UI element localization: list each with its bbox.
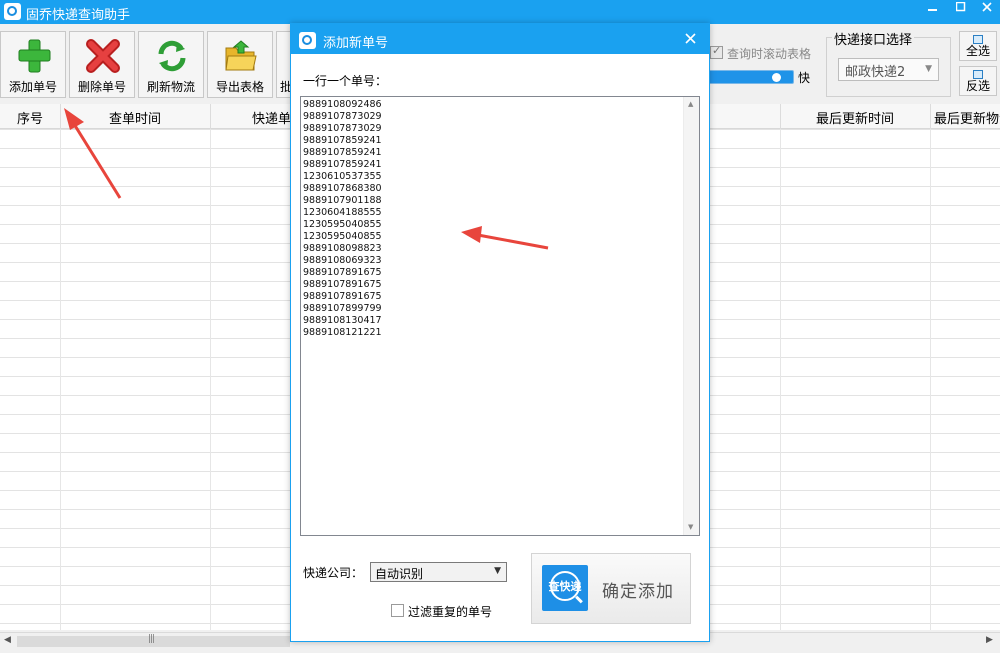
- tracking-numbers-list: 9889108092486 9889107873029 988910787302…: [303, 99, 382, 339]
- column-header-query-time[interactable]: 查单时间: [60, 108, 210, 127]
- scrollbar-grip-icon: |||: [148, 634, 155, 644]
- scroll-table-checkbox[interactable]: [710, 44, 723, 59]
- scroll-up-icon[interactable]: ▲: [688, 100, 693, 108]
- textarea-scrollbar[interactable]: ▲ ▼: [683, 97, 699, 535]
- tracking-number-line: 9889108121221: [303, 327, 382, 338]
- tracking-number-line: 1230595040855: [303, 219, 382, 230]
- add-number-dialog: 添加新单号 一行一个单号： 9889108092486 988910787302…: [290, 23, 710, 642]
- tracking-number-line: 9889107873029: [303, 123, 382, 134]
- interface-select-value: 邮政快递2: [845, 65, 906, 80]
- delete-x-icon: [86, 39, 120, 73]
- app-title: 固乔快递查询助手: [26, 8, 131, 23]
- dialog-title-bar: 添加新单号: [291, 24, 709, 54]
- grid-column-line: [780, 129, 781, 630]
- invert-select-label: 反选: [965, 79, 990, 93]
- interface-group-title: 快递接口选择: [832, 29, 915, 48]
- minimize-icon: [928, 9, 937, 11]
- export-table-label: 导出表格: [215, 80, 264, 94]
- tracking-number-line: 9889107901188: [303, 195, 382, 206]
- close-button[interactable]: [970, 0, 1000, 20]
- magnifier-handle: [575, 595, 583, 604]
- select-all-label: 全选: [965, 44, 990, 58]
- refresh-logistics-button[interactable]: 刷新物流: [138, 31, 204, 98]
- grid-column-line: [60, 129, 61, 630]
- tracking-number-line: 9889107873029: [303, 111, 382, 122]
- tracking-number-line: 9889108130417: [303, 315, 382, 326]
- confirm-add-label: 确定添加: [602, 582, 674, 602]
- column-divider: [930, 104, 931, 129]
- tracking-number-line: 9889107899799: [303, 303, 382, 314]
- column-divider: [210, 104, 211, 129]
- tracking-number-line: 1230610537355: [303, 171, 382, 182]
- filter-duplicates-checkbox[interactable]: [391, 604, 404, 617]
- select-all-icon: [973, 35, 983, 44]
- column-header-last-update-time[interactable]: 最后更新时间: [780, 108, 930, 127]
- company-select[interactable]: 自动识别 ▼: [370, 562, 507, 582]
- close-icon: [982, 2, 992, 12]
- app-logo-icon: [4, 3, 21, 20]
- grid-column-line: [210, 129, 211, 630]
- interface-select[interactable]: 邮政快递2 ▼: [838, 58, 939, 81]
- scroll-right-icon[interactable]: ▶: [986, 635, 993, 645]
- add-number-label: 添加单号: [8, 80, 57, 94]
- tracking-number-line: 9889107859241: [303, 135, 382, 146]
- plus-icon: [18, 39, 51, 73]
- grid-column-line: [930, 129, 931, 630]
- main-title-bar: 固乔快递查询助手: [0, 0, 1000, 24]
- refresh-icon: [158, 40, 186, 72]
- delete-number-label: 删除单号: [77, 80, 126, 94]
- company-select-value: 自动识别: [375, 567, 424, 581]
- filter-duplicates-label: 过滤重复的单号: [408, 605, 493, 619]
- dropdown-arrow-icon: ▼: [925, 64, 932, 74]
- tracking-number-line: 9889107891675: [303, 279, 382, 290]
- tracking-number-line: 9889108069323: [303, 255, 382, 266]
- dialog-logo-icon: [299, 32, 316, 49]
- delete-number-button[interactable]: 删除单号: [69, 31, 135, 98]
- search-express-logo-icon: 查快递: [542, 565, 588, 611]
- tracking-number-line: 9889107891675: [303, 267, 382, 278]
- tracking-numbers-textarea[interactable]: 9889108092486 9889107873029 988910787302…: [300, 96, 700, 536]
- invert-select-icon: [973, 70, 983, 79]
- dialog-title: 添加新单号: [323, 36, 389, 51]
- maximize-icon: [955, 1, 966, 12]
- scroll-left-icon[interactable]: ◀: [4, 635, 11, 645]
- tracking-number-line: 1230595040855: [303, 231, 382, 242]
- column-header-index[interactable]: 序号: [0, 108, 60, 127]
- speed-slider[interactable]: [708, 70, 794, 84]
- speed-fast-label: 快: [798, 71, 811, 85]
- scroll-down-icon[interactable]: ▼: [688, 523, 693, 531]
- folder-icon: [225, 40, 257, 71]
- close-icon: [685, 33, 696, 44]
- invert-select-button[interactable]: 反选: [959, 66, 997, 96]
- dialog-close-button[interactable]: [685, 30, 696, 48]
- tracking-number-line: 9889107859241: [303, 147, 382, 158]
- add-number-button[interactable]: 添加单号: [0, 31, 66, 98]
- select-all-button[interactable]: 全选: [959, 31, 997, 61]
- speed-slider-thumb[interactable]: [772, 73, 781, 82]
- tracking-number-line: 1230604188555: [303, 207, 382, 218]
- tracking-number-line: 9889107859241: [303, 159, 382, 170]
- tracking-number-line: 9889107891675: [303, 291, 382, 302]
- tracking-number-line: 9889107868380: [303, 183, 382, 194]
- export-table-button[interactable]: 导出表格: [207, 31, 273, 98]
- input-prompt: 一行一个单号：: [303, 74, 388, 88]
- dropdown-arrow-icon: ▼: [494, 566, 501, 576]
- tracking-number-line: 9889108092486: [303, 99, 382, 110]
- company-label: 快递公司：: [303, 566, 364, 580]
- scroll-table-label: 查询时滚动表格: [727, 47, 812, 61]
- refresh-logistics-label: 刷新物流: [146, 80, 195, 94]
- tracking-number-line: 9889108098823: [303, 243, 382, 254]
- confirm-add-button[interactable]: 查快递 确定添加: [531, 553, 691, 624]
- logo-text: 查快递: [548, 580, 582, 593]
- column-header-last-update-logistics[interactable]: 最后更新物流: [934, 108, 1000, 127]
